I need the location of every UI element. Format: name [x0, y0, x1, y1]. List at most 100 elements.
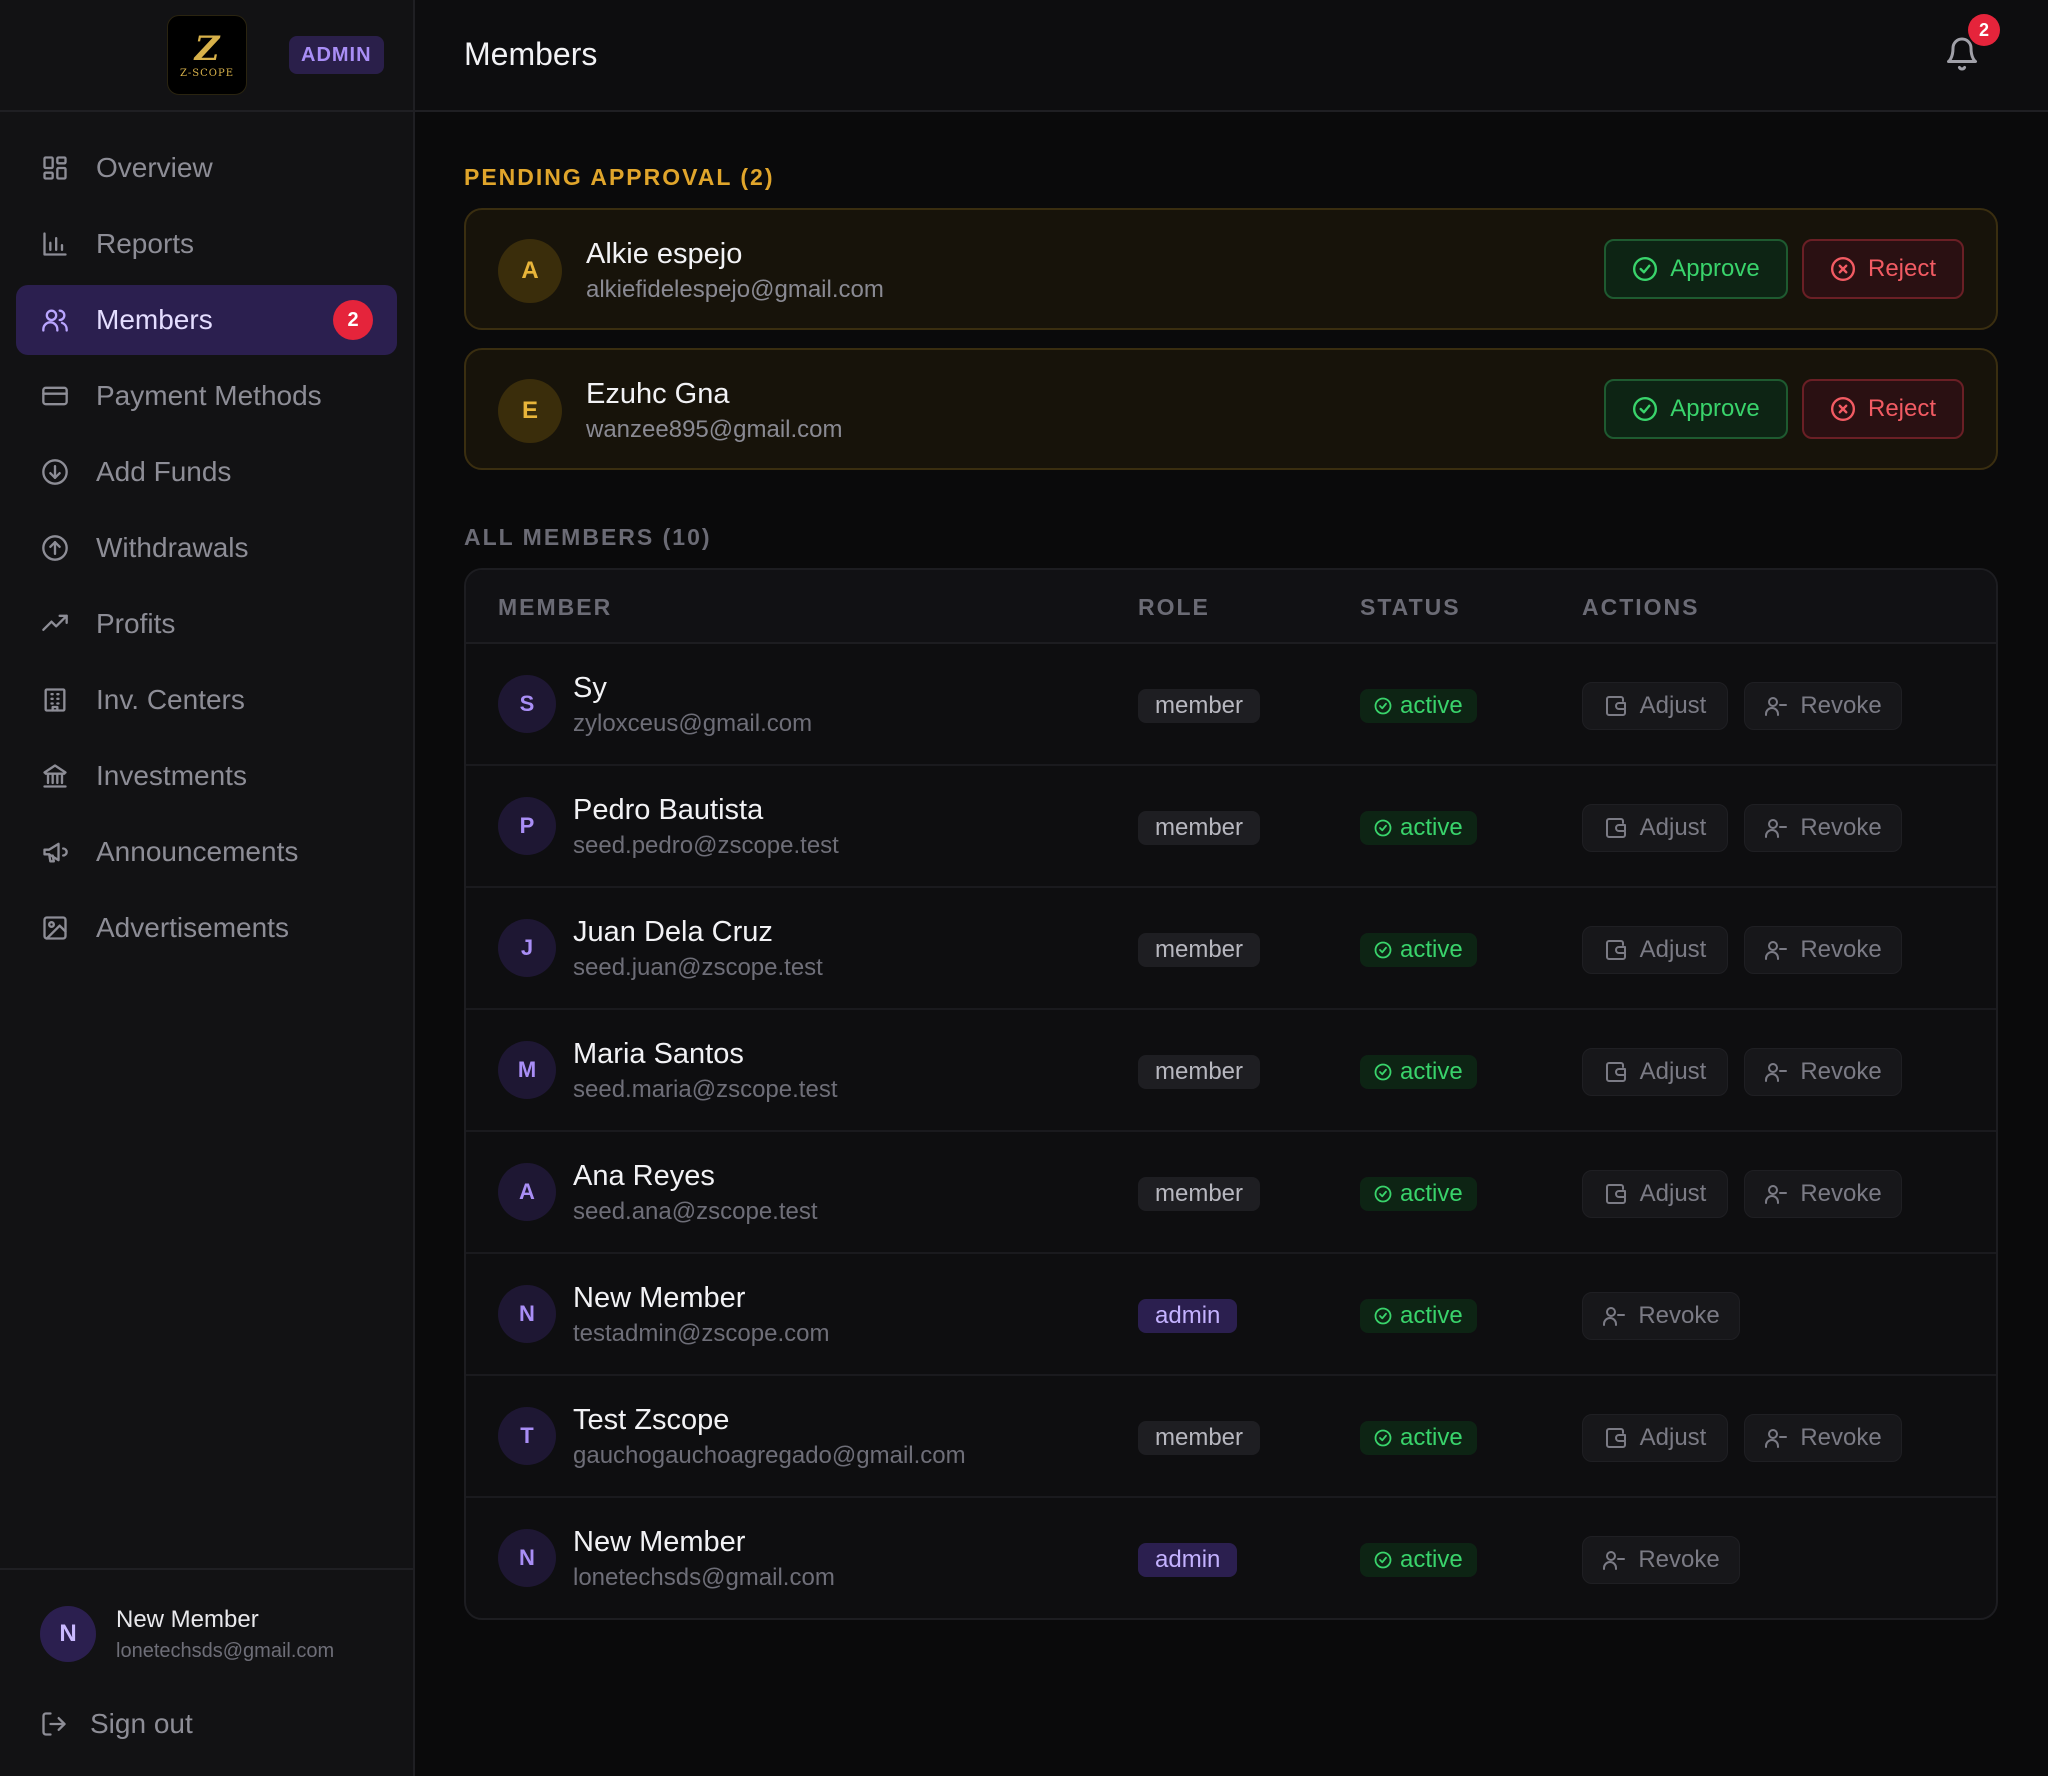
reject-button[interactable]: Reject: [1802, 239, 1964, 299]
status-badge: active: [1360, 933, 1477, 967]
logo-letter: Z: [194, 28, 220, 69]
revoke-button[interactable]: Revoke: [1744, 804, 1902, 852]
sidebar-item-overview[interactable]: Overview: [16, 133, 397, 203]
member-email: zyloxceus@gmail.com: [573, 710, 813, 737]
adjust-button[interactable]: Adjust: [1582, 926, 1728, 974]
revoke-label: Revoke: [1638, 1546, 1720, 1573]
role-badge: member: [1138, 933, 1261, 967]
adjust-button[interactable]: Adjust: [1582, 1048, 1728, 1096]
check-circle-icon: [1374, 1185, 1392, 1203]
revoke-button[interactable]: Revoke: [1744, 926, 1902, 974]
revoke-button[interactable]: Revoke: [1744, 1170, 1902, 1218]
sidebar-item-inv-centers[interactable]: Inv. Centers: [16, 665, 397, 735]
avatar: S: [498, 675, 556, 733]
x-circle-icon: [1830, 396, 1856, 422]
table-row: N New Member lonetechsds@gmail.com admin…: [466, 1498, 1996, 1618]
adjust-button[interactable]: Adjust: [1582, 682, 1728, 730]
revoke-button[interactable]: Revoke: [1744, 1414, 1902, 1462]
reject-button[interactable]: Reject: [1802, 379, 1964, 439]
sidebar-item-reports[interactable]: Reports: [16, 209, 397, 279]
member-email: lonetechsds@gmail.com: [573, 1564, 835, 1591]
bank-icon: [40, 761, 70, 791]
column-header-actions: ACTIONS: [1582, 594, 1700, 620]
role-badge: admin: [1138, 1543, 1238, 1577]
status-label: active: [1400, 1424, 1463, 1451]
zscope-logo[interactable]: Z Z-SCOPE: [167, 15, 247, 95]
status-badge: active: [1360, 1543, 1477, 1577]
sidebar-item-add-funds[interactable]: Add Funds: [16, 437, 397, 507]
avatar: E: [498, 379, 562, 443]
notification-count-badge: 2: [1968, 14, 2000, 46]
sidebar-item-label: Add Funds: [96, 456, 232, 487]
status-label: active: [1400, 1058, 1463, 1085]
check-circle-icon: [1374, 1307, 1392, 1325]
status-label: active: [1400, 692, 1463, 719]
sidebar-item-announcements[interactable]: Announcements: [16, 817, 397, 887]
member-name: Test Zscope: [573, 1404, 730, 1436]
wallet-icon: [1605, 940, 1626, 960]
members-table: MEMBER ROLE STATUS ACTIONS S Sy zyloxceu…: [464, 568, 1998, 1620]
revoke-button[interactable]: Revoke: [1582, 1536, 1740, 1584]
avatar: M: [498, 1041, 556, 1099]
status-label: active: [1400, 1180, 1463, 1207]
brand-bar: Z Z-SCOPE ADMIN: [0, 0, 413, 112]
table-row: M Maria Santos seed.maria@zscope.test me…: [466, 1010, 1996, 1132]
wallet-icon: [1605, 1062, 1626, 1082]
revoke-button[interactable]: Revoke: [1582, 1292, 1740, 1340]
approve-label: Approve: [1670, 255, 1760, 282]
sidebar-item-payment-methods[interactable]: Payment Methods: [16, 361, 397, 431]
check-circle-icon: [1374, 697, 1392, 715]
role-badge: member: [1138, 1055, 1261, 1089]
adjust-button[interactable]: Adjust: [1582, 1414, 1728, 1462]
sidebar-item-advertisements[interactable]: Advertisements: [16, 893, 397, 963]
trending-up-icon: [40, 609, 70, 639]
member-name: Ana Reyes: [573, 1160, 715, 1192]
member-name: Juan Dela Cruz: [573, 916, 773, 948]
avatar[interactable]: N: [40, 1606, 96, 1662]
wallet-icon: [1605, 818, 1626, 838]
role-badge: member: [1138, 811, 1261, 845]
pending-member-card: A Alkie espejo alkiefidelespejo@gmail.co…: [464, 208, 1998, 330]
adjust-button[interactable]: Adjust: [1582, 804, 1728, 852]
adjust-label: Adjust: [1639, 814, 1707, 841]
user-minus-icon: [1765, 1063, 1788, 1082]
column-header-member[interactable]: MEMBER: [498, 594, 612, 621]
avatar: J: [498, 919, 556, 977]
sidebar-item-investments[interactable]: Investments: [16, 741, 397, 811]
current-user-name: New Member: [116, 1606, 259, 1633]
sidebar-item-members[interactable]: Members 2: [16, 285, 397, 355]
approve-label: Approve: [1670, 395, 1760, 422]
all-members-title: ALL MEMBERS (10): [464, 524, 712, 550]
status-badge: active: [1360, 1055, 1477, 1089]
page-title: Members: [464, 36, 598, 72]
column-header-status[interactable]: STATUS: [1360, 594, 1461, 621]
sidebar-item-label: Withdrawals: [96, 532, 249, 563]
column-header-role[interactable]: ROLE: [1138, 594, 1210, 621]
member-name: New Member: [573, 1526, 746, 1558]
avatar: P: [498, 797, 556, 855]
sign-out-button[interactable]: Sign out: [40, 1708, 193, 1740]
revoke-button[interactable]: Revoke: [1744, 1048, 1902, 1096]
approve-button[interactable]: Approve: [1604, 239, 1788, 299]
user-minus-icon: [1603, 1551, 1626, 1570]
sidebar-item-label: Overview: [96, 152, 213, 183]
current-user-email: lonetechsds@gmail.com: [116, 1640, 335, 1662]
building-icon: [40, 685, 70, 715]
logo-text: Z-SCOPE: [179, 67, 235, 79]
adjust-button[interactable]: Adjust: [1582, 1170, 1728, 1218]
sidebar-item-label: Payment Methods: [96, 380, 322, 411]
adjust-label: Adjust: [1639, 1424, 1707, 1451]
megaphone-icon: [40, 837, 70, 867]
role-badge: member: [1138, 1177, 1261, 1211]
sidebar-item-withdrawals[interactable]: Withdrawals: [16, 513, 397, 583]
adjust-label: Adjust: [1639, 692, 1707, 719]
sidebar-nav: Overview Reports Members 2 Payment Metho…: [16, 133, 397, 969]
sidebar-item-label: Members: [96, 304, 213, 335]
notifications-button[interactable]: 2: [1944, 14, 2000, 76]
approve-button[interactable]: Approve: [1604, 379, 1788, 439]
revoke-button[interactable]: Revoke: [1744, 682, 1902, 730]
role-badge: admin: [1138, 1299, 1238, 1333]
table-row: T Test Zscope gauchogauchoagregado@gmail…: [466, 1376, 1996, 1498]
sidebar-item-profits[interactable]: Profits: [16, 589, 397, 659]
revoke-label: Revoke: [1800, 1424, 1882, 1451]
